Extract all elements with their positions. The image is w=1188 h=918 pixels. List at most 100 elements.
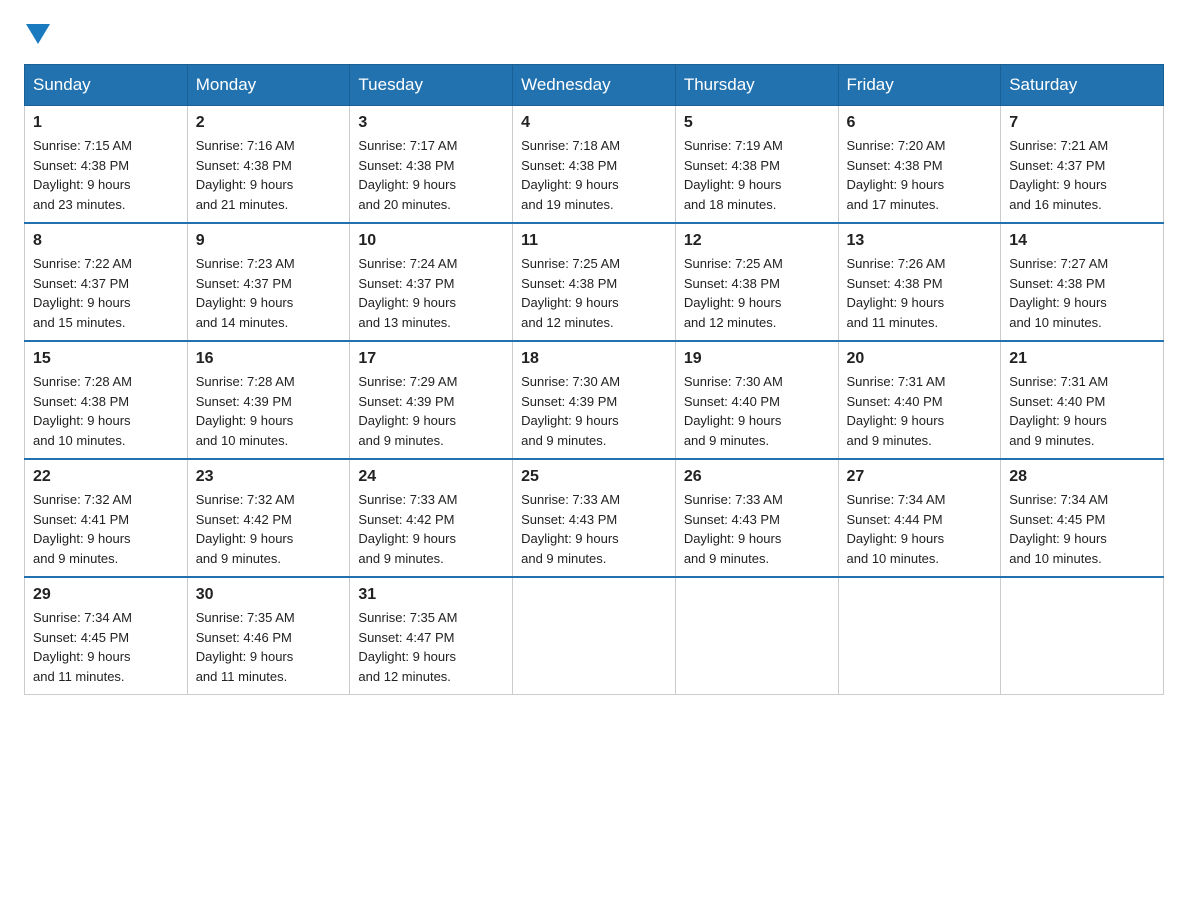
day-info: Sunrise: 7:33 AMSunset: 4:43 PMDaylight:… <box>521 490 667 568</box>
day-number: 27 <box>847 468 993 486</box>
calendar-week-row: 8 Sunrise: 7:22 AMSunset: 4:37 PMDaylight… <box>25 223 1164 341</box>
day-number: 3 <box>358 114 504 132</box>
calendar-day-cell: 31 Sunrise: 7:35 AMSunset: 4:47 PMDayligh… <box>350 577 513 695</box>
day-number: 17 <box>358 350 504 368</box>
calendar-day-cell: 14 Sunrise: 7:27 AMSunset: 4:38 PMDayligh… <box>1001 223 1164 341</box>
day-number: 2 <box>196 114 342 132</box>
day-info: Sunrise: 7:34 AMSunset: 4:45 PMDaylight:… <box>33 608 179 686</box>
day-number: 10 <box>358 232 504 250</box>
calendar-day-cell <box>675 577 838 695</box>
calendar-table: SundayMondayTuesdayWednesdayThursdayFrid… <box>24 64 1164 695</box>
day-info: Sunrise: 7:32 AMSunset: 4:41 PMDaylight:… <box>33 490 179 568</box>
weekday-header-monday: Monday <box>187 65 350 106</box>
day-info: Sunrise: 7:27 AMSunset: 4:38 PMDaylight:… <box>1009 254 1155 332</box>
calendar-day-cell: 6 Sunrise: 7:20 AMSunset: 4:38 PMDaylight… <box>838 106 1001 224</box>
day-info: Sunrise: 7:20 AMSunset: 4:38 PMDaylight:… <box>847 136 993 214</box>
calendar-day-cell: 8 Sunrise: 7:22 AMSunset: 4:37 PMDaylight… <box>25 223 188 341</box>
day-info: Sunrise: 7:17 AMSunset: 4:38 PMDaylight:… <box>358 136 504 214</box>
logo-triangle-icon <box>26 24 50 44</box>
calendar-day-cell: 12 Sunrise: 7:25 AMSunset: 4:38 PMDayligh… <box>675 223 838 341</box>
day-info: Sunrise: 7:30 AMSunset: 4:39 PMDaylight:… <box>521 372 667 450</box>
day-number: 20 <box>847 350 993 368</box>
calendar-day-cell <box>513 577 676 695</box>
day-info: Sunrise: 7:31 AMSunset: 4:40 PMDaylight:… <box>847 372 993 450</box>
day-number: 29 <box>33 586 179 604</box>
calendar-day-cell: 27 Sunrise: 7:34 AMSunset: 4:44 PMDayligh… <box>838 459 1001 577</box>
day-number: 1 <box>33 114 179 132</box>
day-info: Sunrise: 7:32 AMSunset: 4:42 PMDaylight:… <box>196 490 342 568</box>
day-number: 23 <box>196 468 342 486</box>
weekday-header-tuesday: Tuesday <box>350 65 513 106</box>
calendar-day-cell: 22Sunrise: 7:32 AMSunset: 4:41 PMDayligh… <box>25 459 188 577</box>
calendar-day-cell: 5 Sunrise: 7:19 AMSunset: 4:38 PMDaylight… <box>675 106 838 224</box>
calendar-day-cell: 20 Sunrise: 7:31 AMSunset: 4:40 PMDayligh… <box>838 341 1001 459</box>
day-number: 26 <box>684 468 830 486</box>
calendar-week-row: 15 Sunrise: 7:28 AMSunset: 4:38 PMDayligh… <box>25 341 1164 459</box>
day-number: 13 <box>847 232 993 250</box>
day-number: 8 <box>33 232 179 250</box>
calendar-day-cell: 18 Sunrise: 7:30 AMSunset: 4:39 PMDayligh… <box>513 341 676 459</box>
calendar-day-cell: 16Sunrise: 7:28 AMSunset: 4:39 PMDayligh… <box>187 341 350 459</box>
day-number: 28 <box>1009 468 1155 486</box>
page-header <box>24 24 1164 44</box>
day-number: 24 <box>358 468 504 486</box>
calendar-day-cell: 26 Sunrise: 7:33 AMSunset: 4:43 PMDayligh… <box>675 459 838 577</box>
calendar-day-cell: 11Sunrise: 7:25 AMSunset: 4:38 PMDayligh… <box>513 223 676 341</box>
day-number: 15 <box>33 350 179 368</box>
calendar-day-cell: 2 Sunrise: 7:16 AMSunset: 4:38 PMDaylight… <box>187 106 350 224</box>
calendar-day-cell: 30Sunrise: 7:35 AMSunset: 4:46 PMDayligh… <box>187 577 350 695</box>
day-info: Sunrise: 7:30 AMSunset: 4:40 PMDaylight:… <box>684 372 830 450</box>
calendar-week-row: 22Sunrise: 7:32 AMSunset: 4:41 PMDayligh… <box>25 459 1164 577</box>
calendar-day-cell: 24 Sunrise: 7:33 AMSunset: 4:42 PMDayligh… <box>350 459 513 577</box>
weekday-header-thursday: Thursday <box>675 65 838 106</box>
day-info: Sunrise: 7:28 AMSunset: 4:38 PMDaylight:… <box>33 372 179 450</box>
day-info: Sunrise: 7:19 AMSunset: 4:38 PMDaylight:… <box>684 136 830 214</box>
calendar-day-cell: 15 Sunrise: 7:28 AMSunset: 4:38 PMDayligh… <box>25 341 188 459</box>
day-info: Sunrise: 7:33 AMSunset: 4:43 PMDaylight:… <box>684 490 830 568</box>
calendar-day-cell: 17 Sunrise: 7:29 AMSunset: 4:39 PMDayligh… <box>350 341 513 459</box>
calendar-day-cell: 25Sunrise: 7:33 AMSunset: 4:43 PMDayligh… <box>513 459 676 577</box>
calendar-day-cell <box>838 577 1001 695</box>
weekday-header-sunday: Sunday <box>25 65 188 106</box>
day-number: 14 <box>1009 232 1155 250</box>
day-info: Sunrise: 7:35 AMSunset: 4:47 PMDaylight:… <box>358 608 504 686</box>
calendar-day-cell: 19Sunrise: 7:30 AMSunset: 4:40 PMDayligh… <box>675 341 838 459</box>
calendar-day-cell: 4 Sunrise: 7:18 AMSunset: 4:38 PMDaylight… <box>513 106 676 224</box>
day-number: 11 <box>521 232 667 250</box>
calendar-day-cell: 23 Sunrise: 7:32 AMSunset: 4:42 PMDayligh… <box>187 459 350 577</box>
calendar-day-cell: 21 Sunrise: 7:31 AMSunset: 4:40 PMDayligh… <box>1001 341 1164 459</box>
day-info: Sunrise: 7:18 AMSunset: 4:38 PMDaylight:… <box>521 136 667 214</box>
day-info: Sunrise: 7:15 AMSunset: 4:38 PMDaylight:… <box>33 136 179 214</box>
calendar-day-cell: 10 Sunrise: 7:24 AMSunset: 4:37 PMDayligh… <box>350 223 513 341</box>
day-number: 9 <box>196 232 342 250</box>
day-number: 4 <box>521 114 667 132</box>
day-info: Sunrise: 7:16 AMSunset: 4:38 PMDaylight:… <box>196 136 342 214</box>
day-info: Sunrise: 7:22 AMSunset: 4:37 PMDaylight:… <box>33 254 179 332</box>
day-number: 18 <box>521 350 667 368</box>
day-number: 30 <box>196 586 342 604</box>
day-info: Sunrise: 7:26 AMSunset: 4:38 PMDaylight:… <box>847 254 993 332</box>
day-number: 6 <box>847 114 993 132</box>
day-number: 5 <box>684 114 830 132</box>
day-info: Sunrise: 7:33 AMSunset: 4:42 PMDaylight:… <box>358 490 504 568</box>
calendar-day-cell: 3 Sunrise: 7:17 AMSunset: 4:38 PMDaylight… <box>350 106 513 224</box>
logo <box>24 24 52 44</box>
day-info: Sunrise: 7:34 AMSunset: 4:44 PMDaylight:… <box>847 490 993 568</box>
weekday-header-wednesday: Wednesday <box>513 65 676 106</box>
day-info: Sunrise: 7:21 AMSunset: 4:37 PMDaylight:… <box>1009 136 1155 214</box>
day-info: Sunrise: 7:24 AMSunset: 4:37 PMDaylight:… <box>358 254 504 332</box>
calendar-day-cell: 13 Sunrise: 7:26 AMSunset: 4:38 PMDayligh… <box>838 223 1001 341</box>
day-info: Sunrise: 7:23 AMSunset: 4:37 PMDaylight:… <box>196 254 342 332</box>
day-number: 12 <box>684 232 830 250</box>
day-number: 21 <box>1009 350 1155 368</box>
calendar-week-row: 29 Sunrise: 7:34 AMSunset: 4:45 PMDayligh… <box>25 577 1164 695</box>
day-info: Sunrise: 7:29 AMSunset: 4:39 PMDaylight:… <box>358 372 504 450</box>
day-number: 16 <box>196 350 342 368</box>
calendar-day-cell: 1 Sunrise: 7:15 AMSunset: 4:38 PMDaylight… <box>25 106 188 224</box>
day-info: Sunrise: 7:31 AMSunset: 4:40 PMDaylight:… <box>1009 372 1155 450</box>
calendar-day-cell: 29 Sunrise: 7:34 AMSunset: 4:45 PMDayligh… <box>25 577 188 695</box>
weekday-header-friday: Friday <box>838 65 1001 106</box>
day-info: Sunrise: 7:25 AMSunset: 4:38 PMDaylight:… <box>684 254 830 332</box>
day-number: 31 <box>358 586 504 604</box>
calendar-day-cell: 7Sunrise: 7:21 AMSunset: 4:37 PMDaylight… <box>1001 106 1164 224</box>
